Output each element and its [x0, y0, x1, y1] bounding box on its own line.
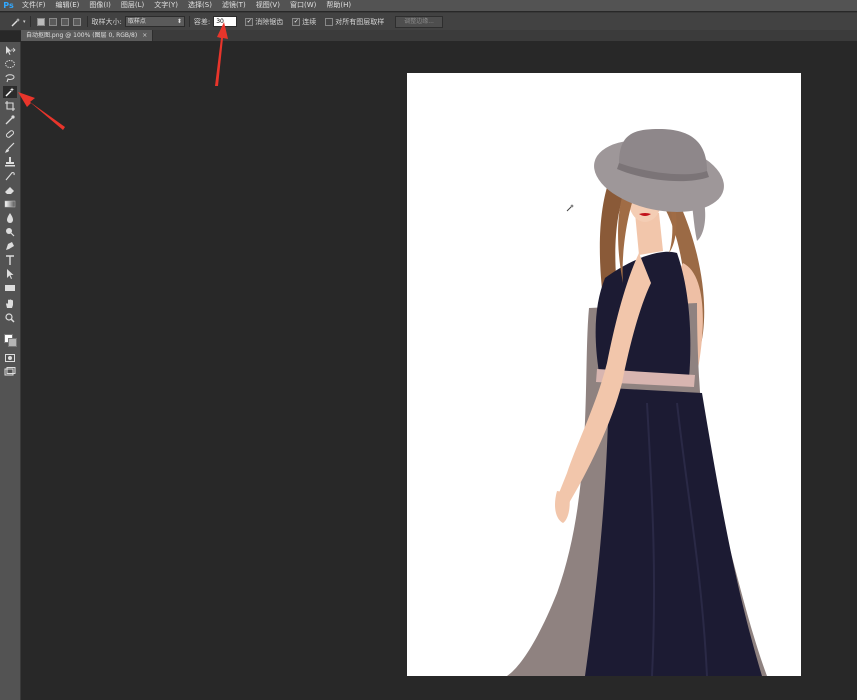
arrow-to-tolerance-icon	[215, 22, 228, 86]
annotation-arrows	[18, 22, 228, 130]
arrow-to-magic-wand-icon	[18, 92, 65, 130]
